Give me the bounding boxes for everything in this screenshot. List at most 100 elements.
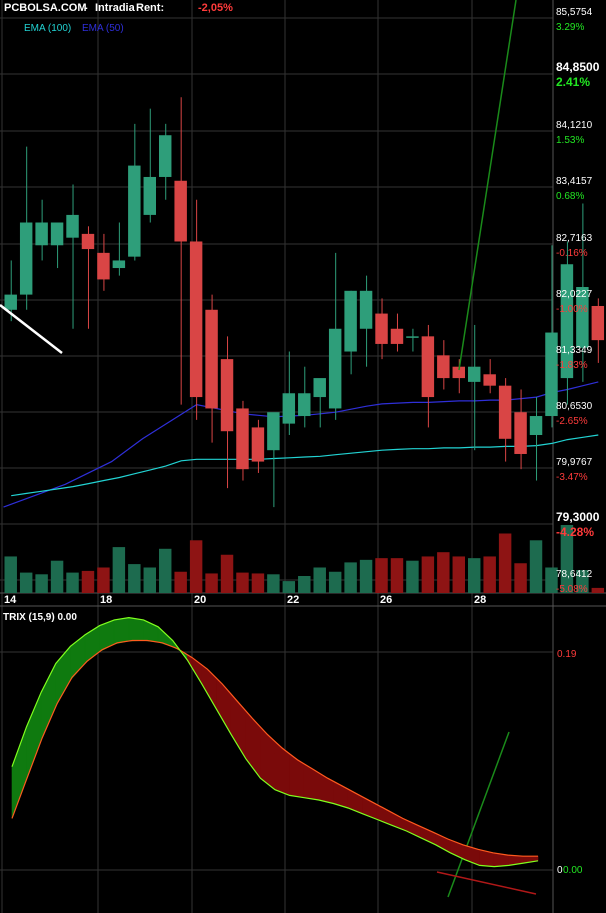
volume-bar [437,552,450,593]
volume-bar [189,540,203,593]
price-tick-label: 82,0227 [556,289,593,300]
candle-body [112,260,126,269]
candle-body [498,385,512,439]
candle-body [591,305,605,341]
price-tick-label: 84,1210 [556,120,593,131]
rent-value: -2,05% [198,2,233,14]
volume-bar [591,587,605,593]
candle-body [375,313,388,344]
candle-body [483,374,496,386]
date-tick-label: 22 [287,594,299,606]
trix-axis-top-label: 0.19 [557,649,577,660]
date-tick-label: 18 [100,594,112,606]
trix-label: TRIX (15,9) [3,612,55,623]
percent-tick-label: 1.53% [556,135,584,146]
date-tick-label: 14 [4,594,17,606]
percent-tick-label: -3.47% [556,472,588,483]
candle-body [236,408,249,470]
percent-tick-label: -1.00% [556,304,588,315]
volume-bar [50,560,64,593]
volume-bar [421,556,435,593]
price-tick-label: 85,5754 [556,7,593,18]
volume-bar [298,576,311,593]
percent-tick-label: -5.08% [556,584,588,595]
trix-axis-current-label: 0.00 [563,865,583,876]
rent-label: Rent: [136,2,165,14]
volume-bar [19,572,33,593]
candle-body [390,328,404,344]
price-tick-label: 80,6530 [556,401,593,412]
volume-bar [452,556,465,593]
stock-chart: 85,5754 3.29% 84,85002.41% 84,1210 1.53% 83,4… [0,0,606,913]
volume-bar [251,573,265,593]
legend-ema50: EMA (50) [82,23,124,34]
volume-bar [81,570,95,593]
percent-tick-label: 2.41% [556,75,590,89]
candle-body [437,355,450,379]
candle-body [251,427,265,462]
volume-bar [220,554,234,593]
percent-tick-label: 3.29% [556,22,584,33]
volume-bar [236,572,249,593]
candle-body [19,222,33,295]
candle-body [81,233,95,250]
price-tick-label: 79,9767 [556,457,593,468]
candle-body [529,416,543,436]
volume-bar [128,564,141,593]
percent-tick-label: -2.65% [556,416,588,427]
trix-title: TRIX (15,9) 0.00 [3,612,77,623]
candle-body [421,336,435,398]
volume-bar [267,574,280,593]
candle-body [174,180,187,242]
volume-bar [4,556,17,593]
candle-body [344,290,357,352]
candle-body [468,366,481,382]
date-tick-label: 28 [474,594,486,606]
volume-bar [328,571,342,593]
candle-body [328,328,342,409]
volume-bar [143,567,156,593]
percent-tick-label: -4.28% [556,525,594,539]
candle-body [514,412,527,454]
volume-bar [97,567,110,593]
volume-bar [159,548,172,593]
volume-bar [514,563,527,593]
candle-body [143,176,156,215]
chart-mode: Intradia [95,2,135,14]
percent-tick-label: -1.83% [556,360,588,371]
volume-bar [35,574,48,593]
candle-body [220,359,234,432]
volume-bar [529,540,543,593]
price-tick-label: 82,7163 [556,233,593,244]
volume-bar [498,533,512,593]
price-tick-label: 79,3000 [556,510,600,524]
candle-body [66,214,79,238]
candle-body [313,378,326,398]
candle-body [189,241,203,398]
candle-body [35,222,48,246]
percent-tick-label: 0.68% [556,191,584,202]
candle-body [159,135,172,177]
price-tick-label: 78,6412 [556,569,593,580]
candle-body [282,393,296,424]
volume-bar [344,562,357,593]
volume-bar [66,572,79,593]
site-name: PCBOLSA.COM [4,2,87,14]
volume-bar [174,571,187,593]
volume-bar [406,560,419,593]
volume-bar [390,558,404,593]
date-tick-label: 26 [380,594,392,606]
candle-body [359,290,373,329]
candle-body [205,309,218,409]
candle-body [4,294,17,310]
volume-bar [483,556,496,593]
volume-bar [375,558,388,593]
header-separator: - [84,2,88,14]
volume-bar [205,573,218,593]
trix-fill-segment [128,617,144,642]
candle-body [267,412,280,451]
volume-bar [112,547,126,593]
candle-body [406,336,419,338]
candle-body [298,393,311,417]
volume-bar [282,581,296,593]
